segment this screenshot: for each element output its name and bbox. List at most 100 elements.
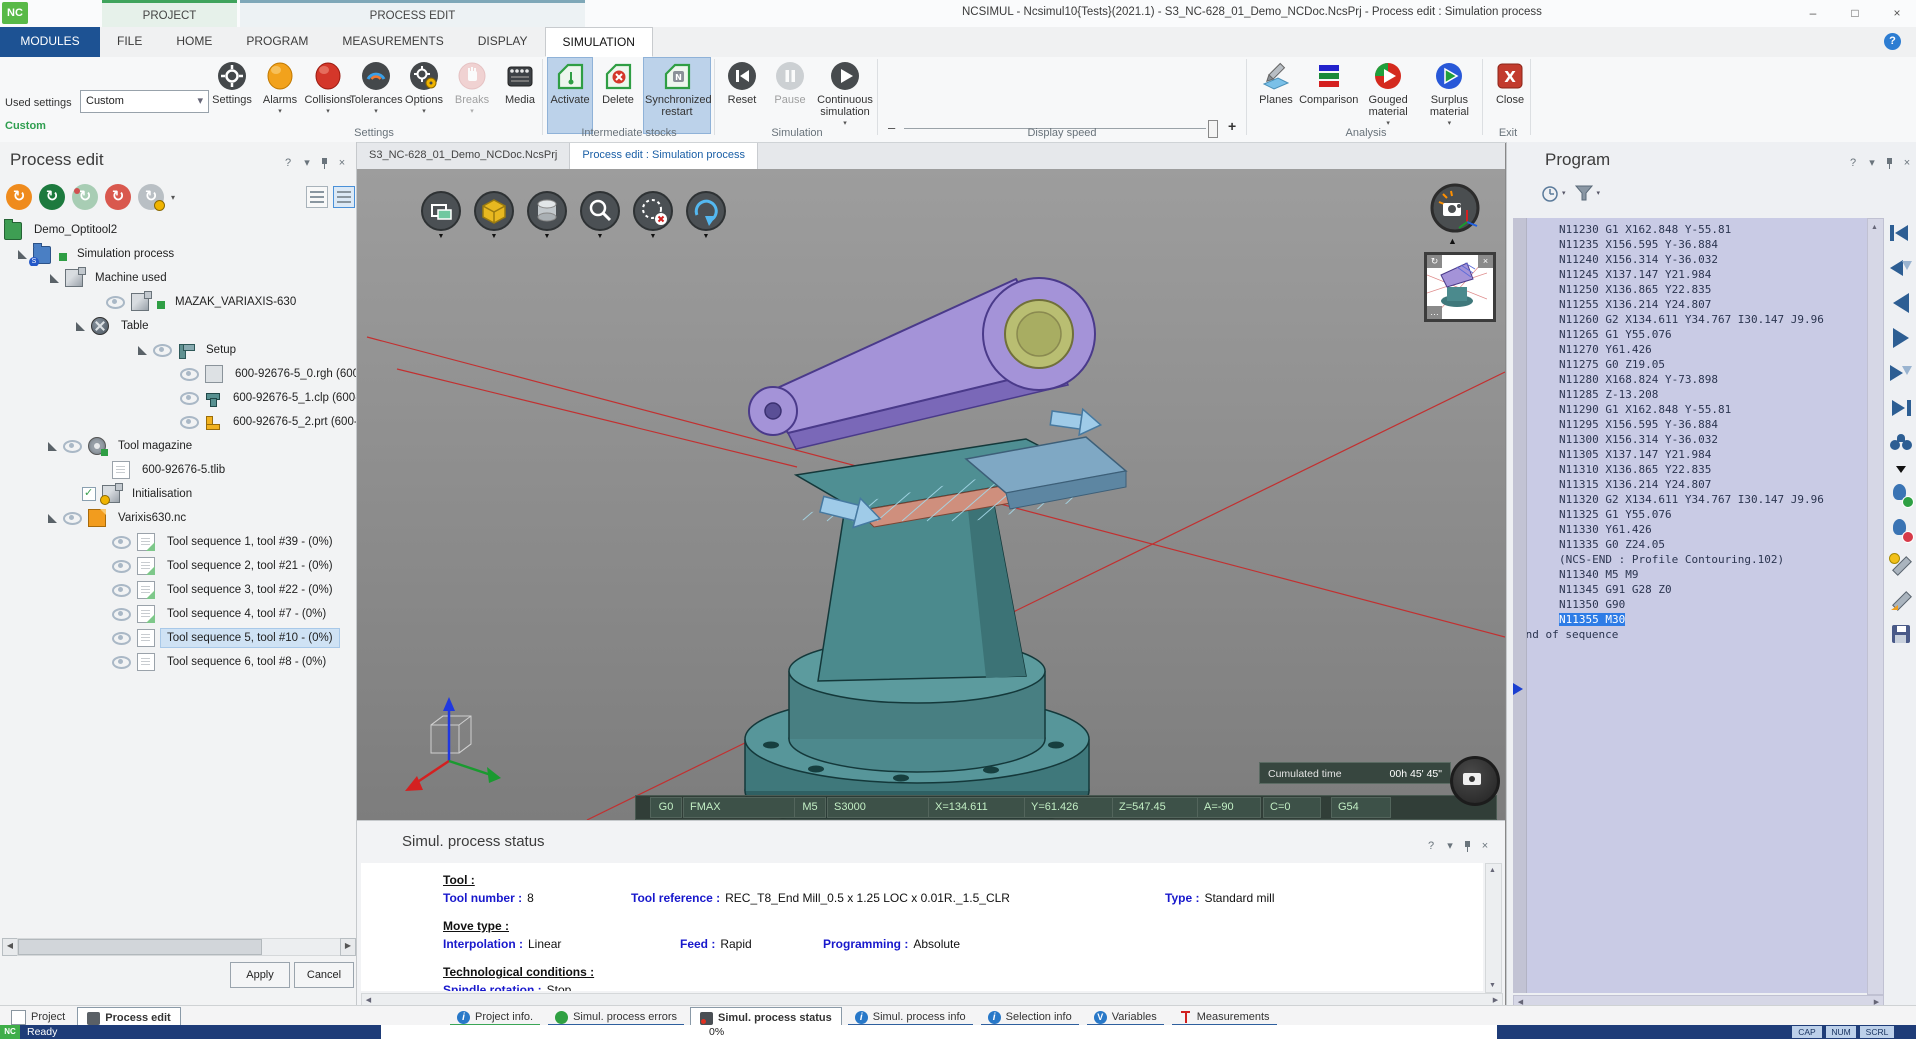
program-tool-icon[interactable] <box>1888 552 1914 578</box>
reexecute-all-icon[interactable]: ↻ <box>39 184 65 210</box>
collisions-button[interactable]: Collisions▾ <box>305 57 351 134</box>
gcode-line[interactable]: N11305 X137.147 Y21.984 <box>1513 447 1867 462</box>
more-options-icon[interactable]: … <box>1427 306 1442 319</box>
help-icon[interactable]: ? <box>282 157 294 169</box>
tree-item[interactable]: Tool magazine <box>0 434 356 458</box>
alarms-button[interactable]: Alarms▾ <box>257 57 303 134</box>
program-tool-icon[interactable] <box>1888 360 1914 386</box>
program-tool-icon[interactable] <box>1888 430 1914 456</box>
gcode-line[interactable]: N11335 G0 Z24.05 <box>1513 537 1867 552</box>
chevron-down-icon[interactable]: ▼ <box>491 233 498 240</box>
tree-item[interactable]: Tool sequence 5, tool #10 - (0%) <box>0 626 356 650</box>
stock-display-button[interactable]: ▼ <box>473 190 515 240</box>
eye-icon[interactable] <box>63 512 82 525</box>
checkbox[interactable] <box>82 487 96 501</box>
activate-stock-button[interactable]: Activate <box>547 57 593 134</box>
pin-icon[interactable] <box>1885 157 1894 169</box>
tree-item[interactable]: MAZAK_VARIAXIS-630 <box>0 290 356 314</box>
tree-item-label[interactable]: 600-92676-5_2.prt (600-92676 <box>227 413 356 431</box>
ribbon-tab[interactable]: DISPLAY <box>461 27 545 57</box>
chevron-down-icon[interactable]: ▾ <box>1562 189 1566 197</box>
gcode-line[interactable]: N11300 X156.314 Y-36.032 <box>1513 432 1867 447</box>
eye-icon[interactable] <box>112 536 131 549</box>
gcode-line[interactable]: N11355 M30 <box>1513 612 1867 627</box>
delete-stock-button[interactable]: Delete <box>595 57 641 134</box>
scroll-up-button[interactable]: ▲ <box>1868 221 1881 234</box>
chevron-down-icon[interactable]: ▼ <box>703 233 710 240</box>
tree-item[interactable]: Initialisation <box>0 482 356 506</box>
record-view-button[interactable] <box>1450 756 1500 806</box>
tree-item-label[interactable]: Setup <box>200 341 242 359</box>
close-panel-icon[interactable]: × <box>336 157 348 169</box>
close-window-button[interactable]: × <box>1884 3 1910 23</box>
tree-item[interactable]: 600-92676-5.tlib <box>0 458 356 482</box>
eye-icon[interactable] <box>112 656 131 669</box>
surplus-material-button[interactable]: Surplus material▾ <box>1420 57 1479 134</box>
selection-disable-button[interactable]: ▼ <box>632 190 674 240</box>
close-simulation-button[interactable]: X Close <box>1487 57 1533 134</box>
close-icon[interactable]: × <box>1478 255 1493 268</box>
tree-item[interactable]: Setup <box>0 338 356 362</box>
chevron-down-icon[interactable]: ▾ <box>326 107 330 115</box>
gcode-line[interactable]: N11230 G1 X162.848 Y-55.81 <box>1513 222 1867 237</box>
chevron-down-icon[interactable]: ▾ <box>301 156 313 169</box>
status-tab[interactable]: Variables <box>1085 1007 1166 1027</box>
gcode-line[interactable]: N11240 X156.314 Y-36.032 <box>1513 252 1867 267</box>
gcode-line[interactable]: N11295 X156.595 Y-36.884 <box>1513 417 1867 432</box>
eye-icon[interactable] <box>112 584 131 597</box>
tree-item-label[interactable]: Tool sequence 1, tool #39 - (0%) <box>161 533 339 551</box>
reexecute-process-icon[interactable]: ↻ <box>6 184 32 210</box>
vertical-scrollbar[interactable]: ▲ <box>1867 218 1884 995</box>
refresh-icon[interactable]: ↻ <box>1427 255 1442 268</box>
chevron-down-icon[interactable]: ▾ <box>374 107 378 115</box>
help-icon[interactable]: ? <box>1884 33 1901 50</box>
help-icon[interactable]: ? <box>1847 157 1859 169</box>
chevron-down-icon[interactable]: ▼ <box>597 233 604 240</box>
program-tool-icon[interactable] <box>1888 325 1914 351</box>
settings-button[interactable]: Settings <box>209 57 255 134</box>
ribbon-tab[interactable]: MODULES <box>0 27 100 57</box>
reexecute-tool-icon[interactable]: ↻ <box>72 184 98 210</box>
eye-icon[interactable] <box>112 560 131 573</box>
gcode-line[interactable]: N11290 G1 X162.848 Y-55.81 <box>1513 402 1867 417</box>
context-group-project[interactable]: PROJECT <box>102 0 237 29</box>
close-panel-icon[interactable]: × <box>1901 157 1913 169</box>
gcode-line[interactable]: End of sequence <box>1513 627 1867 642</box>
chevron-down-icon[interactable]: ▾ <box>1386 119 1390 127</box>
tree-item-label[interactable]: Demo_Optitool2 <box>28 221 123 239</box>
tree-item[interactable]: Demo_Optitool2 <box>0 218 356 242</box>
gcode-line[interactable]: N11260 G2 X134.611 Y34.767 I30.147 J9.96 <box>1513 312 1867 327</box>
scroll-down-button[interactable]: ▼ <box>1486 979 1499 992</box>
pin-icon[interactable] <box>320 157 329 169</box>
tree-item-label[interactable]: Table <box>115 317 155 335</box>
eye-icon[interactable] <box>112 608 131 621</box>
expander-icon[interactable] <box>48 442 57 451</box>
tree-item-label[interactable]: Initialisation <box>126 485 198 503</box>
tree-item[interactable]: Tool sequence 1, tool #39 - (0%) <box>0 530 356 554</box>
eye-icon[interactable] <box>180 392 199 405</box>
ribbon-tab[interactable]: FILE <box>100 27 159 57</box>
tree-item-label[interactable]: Simulation process <box>71 245 180 263</box>
chevron-down-icon[interactable]: ▾ <box>1448 119 1452 127</box>
chevron-down-icon[interactable]: ▾ <box>843 119 847 127</box>
apply-button[interactable]: Apply <box>230 962 290 988</box>
minimize-button[interactable]: – <box>1800 3 1826 23</box>
chevron-down-icon[interactable]: ▾ <box>278 107 282 115</box>
chevron-down-icon[interactable]: ▾ <box>1597 189 1601 197</box>
document-tab[interactable]: S3_NC-628_01_Demo_NCDoc.NcsPrj <box>357 143 570 169</box>
eye-icon[interactable] <box>180 368 199 381</box>
gcode-line[interactable]: N11280 X168.824 Y-73.898 <box>1513 372 1867 387</box>
gcode-line[interactable]: N11310 X136.865 Y22.835 <box>1513 462 1867 477</box>
cancel-button[interactable]: Cancel <box>294 962 354 988</box>
planes-button[interactable]: Planes <box>1253 57 1299 134</box>
program-tool-icon[interactable] <box>1888 220 1914 246</box>
document-tab[interactable]: Process edit : Simulation process <box>570 143 758 169</box>
maximize-button[interactable]: □ <box>1842 3 1868 23</box>
gcode-line[interactable]: N11235 X156.595 Y-36.884 <box>1513 237 1867 252</box>
eye-icon[interactable] <box>63 440 82 453</box>
gcode-line[interactable]: N11255 X136.214 Y24.807 <box>1513 297 1867 312</box>
tree-item-label[interactable]: Tool sequence 5, tool #10 - (0%) <box>161 629 339 647</box>
synchronized-restart-button[interactable]: N Synchronized restart <box>643 57 711 134</box>
options-button[interactable]: Options▾ <box>401 57 447 134</box>
machine-display-button[interactable]: ▼ <box>420 190 462 240</box>
